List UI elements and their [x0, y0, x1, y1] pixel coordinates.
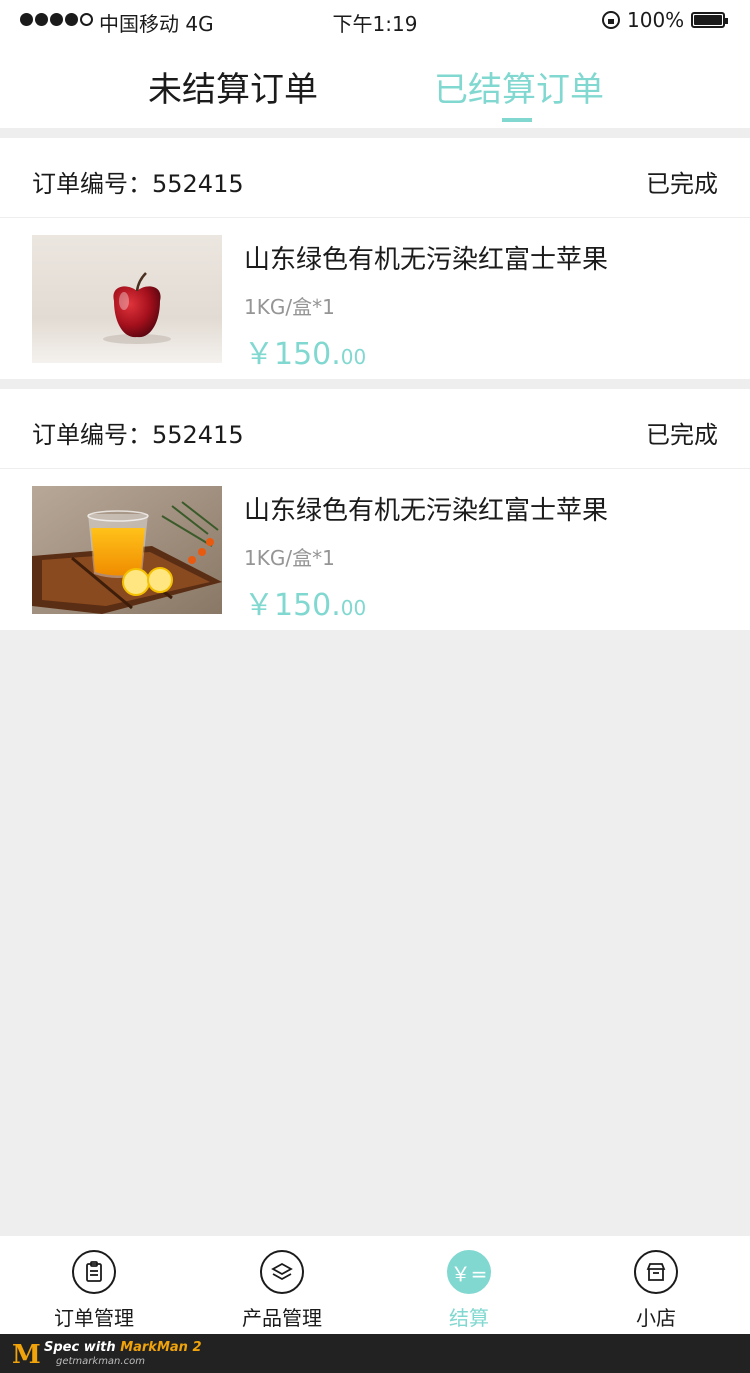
battery-percent: 100% [627, 8, 685, 32]
yen-glyph: ￥= [450, 1261, 488, 1286]
active-tab-indicator [502, 118, 532, 122]
markman-text: Spec with MarkMan 2 [44, 1340, 202, 1355]
order-status: 已完成 [646, 170, 718, 198]
product-name: 山东绿色有机无污染红富士苹果 [244, 496, 609, 526]
apple-image [32, 235, 222, 363]
markman-url: getmarkman.com [56, 1356, 145, 1367]
order-status: 已完成 [646, 421, 718, 449]
rotation-lock-icon [602, 11, 620, 29]
order-header: 订单编号：552415 已完成 [0, 138, 750, 218]
nav-order-management[interactable]: 订单管理 [0, 1236, 188, 1334]
order-card[interactable]: 订单编号：552415 已完成 山东绿色有机无污染红富士苹果 1KG/盒*1 ￥… [0, 389, 750, 630]
layers-icon [260, 1250, 304, 1294]
status-bar: 中国移动 4G 下午1:19 100% [0, 0, 750, 40]
bottom-nav: 订单管理 产品管理 ￥= 结算 小店 [0, 1236, 750, 1334]
order-number: 订单编号：552415 [32, 421, 244, 449]
battery-icon [691, 12, 728, 28]
order-tabs: 未结算订单 已结算订单 [0, 40, 750, 128]
nav-settlement[interactable]: ￥= 结算 [375, 1236, 563, 1334]
order-item[interactable]: 山东绿色有机无污染红富士苹果 1KG/盒*1 ￥150.00 [0, 470, 750, 630]
price-decimal: 00 [340, 345, 367, 369]
markman-bar: M Spec with MarkMan 2 getmarkman.com [0, 1334, 750, 1373]
nav-label: 订单管理 [54, 1306, 134, 1330]
clipboard-icon [72, 1250, 116, 1294]
product-name: 山东绿色有机无污染红富士苹果 [244, 245, 609, 275]
price-integer: ￥150. [244, 337, 341, 372]
price-decimal: 00 [340, 596, 367, 620]
markman-prefix: Spec with [44, 1340, 121, 1355]
order-item[interactable]: 山东绿色有机无污染红富士苹果 1KG/盒*1 ￥150.00 [0, 219, 750, 379]
order-card[interactable]: 订单编号：552415 已完成 山东绿色有机无污染红富士苹果 1KG/盒*1 ￥… [0, 138, 750, 379]
price-integer: ￥150. [244, 588, 341, 623]
tab-unsettled-orders[interactable]: 未结算订单 [148, 62, 318, 111]
product-spec: 1KG/盒*1 [244, 546, 335, 570]
order-number: 订单编号：552415 [32, 170, 244, 198]
order-header: 订单编号：552415 已完成 [0, 389, 750, 469]
nav-label: 小店 [636, 1306, 676, 1330]
tab-settled-orders[interactable]: 已结算订单 [434, 62, 604, 111]
markman-brand: MarkMan 2 [120, 1340, 202, 1355]
juice-image [32, 486, 222, 614]
shop-icon [634, 1250, 678, 1294]
markman-logo: M [12, 1340, 41, 1370]
nav-label: 产品管理 [242, 1306, 322, 1330]
product-spec: 1KG/盒*1 [244, 295, 335, 319]
product-price: ￥150.00 [244, 580, 366, 624]
yen-icon: ￥= [447, 1250, 491, 1294]
nav-shop[interactable]: 小店 [562, 1236, 750, 1334]
nav-label: 结算 [449, 1306, 489, 1330]
product-price: ￥150.00 [244, 329, 366, 373]
nav-product-management[interactable]: 产品管理 [188, 1236, 376, 1334]
